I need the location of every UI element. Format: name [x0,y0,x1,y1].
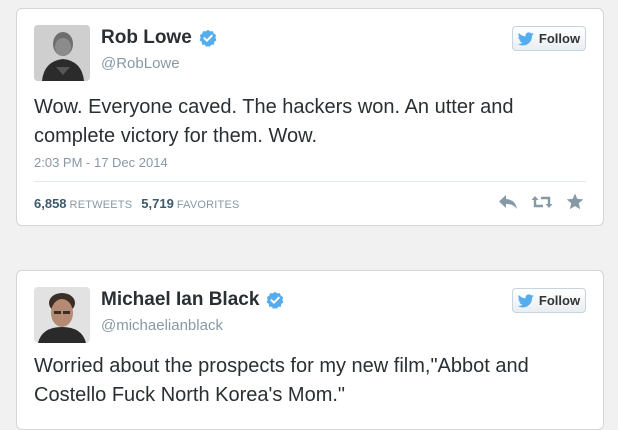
favorite-label[interactable]: FAVORITES [177,199,240,211]
retweet-count[interactable]: 6,858 [34,196,67,211]
follow-label: Follow [538,31,581,46]
display-name[interactable]: Rob Lowe [101,27,192,49]
twitter-bird-icon [517,31,534,45]
avatar[interactable] [34,287,90,343]
tweet-text: Worried about the prospects for my new f… [34,355,529,406]
follow-button[interactable]: Follow [512,26,586,51]
verified-badge-icon [266,291,284,309]
reply-icon[interactable] [498,194,518,210]
username[interactable]: @michaelianblack [101,317,223,334]
retweet-label[interactable]: RETWEETS [70,199,133,211]
tweet-actions [498,193,584,210]
avatar-image [34,25,90,81]
retweet-icon[interactable] [530,194,554,210]
avatar[interactable] [34,25,90,81]
tweet-card: Rob Lowe @RobLowe Follow Wow. Everyone c… [16,8,604,226]
tweet-text: Wow. Everyone caved. The hackers won. An… [34,96,514,147]
username[interactable]: @RobLowe [101,55,180,72]
twitter-bird-icon [517,293,534,307]
tweet-card: Michael Ian Black @michaelianblack Follo… [16,270,604,430]
divider [34,181,586,182]
tweet-timestamp[interactable]: 2:03 PM - 17 Dec 2014 [34,155,168,170]
follow-label: Follow [538,293,581,308]
favorite-count[interactable]: 5,719 [141,196,174,211]
follow-button[interactable]: Follow [512,288,586,313]
display-name[interactable]: Michael Ian Black [101,289,259,311]
avatar-image [34,287,90,343]
tweet-stats: 6,858 RETWEETS 5,719 FAVORITES [34,196,249,211]
favorite-icon[interactable] [566,193,584,210]
verified-badge-icon [199,29,217,47]
